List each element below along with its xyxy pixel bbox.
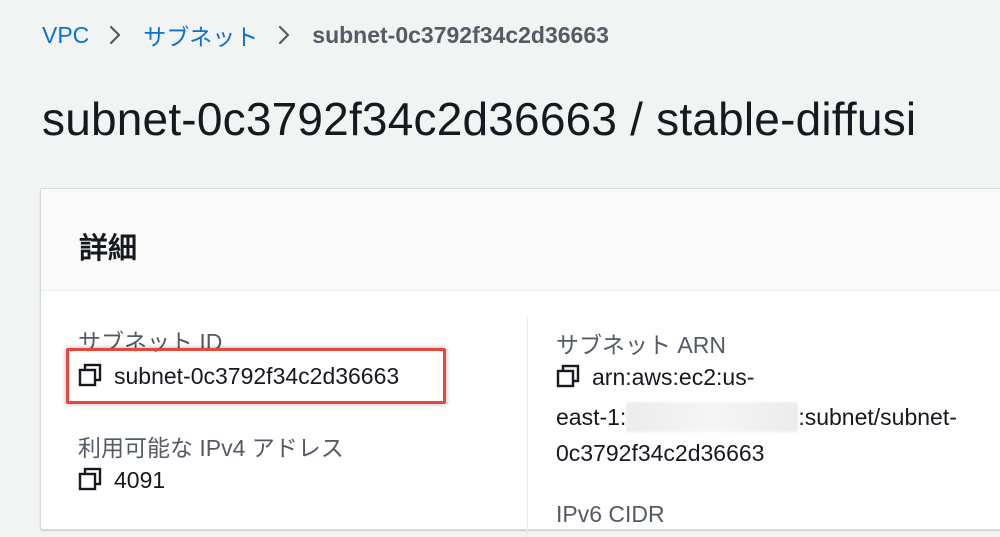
- subnet-arn-line-2: east-1: :subnet/subnet-: [556, 402, 957, 432]
- subnet-arn-text-1: arn:aws:ec2:us-: [592, 364, 755, 390]
- ipv6-cidr-label: IPv6 CIDR: [556, 501, 665, 527]
- chevron-right-icon: [276, 24, 292, 46]
- chevron-right-icon: [107, 24, 123, 46]
- subnet-arn-suffix: :subnet/subnet-: [798, 404, 957, 430]
- available-ipv4-label: 利用可能な IPv4 アドレス: [78, 435, 344, 461]
- breadcrumb-subnets-link[interactable]: サブネット: [143, 18, 258, 52]
- copy-icon[interactable]: [78, 363, 102, 387]
- column-divider: [527, 317, 528, 537]
- breadcrumb: VPC サブネット subnet-0c3792f34c2d36663: [42, 18, 609, 52]
- page-title: subnet-0c3792f34c2d36663 / stable-diffus…: [42, 93, 917, 145]
- details-panel-header: [41, 189, 1000, 291]
- available-ipv4-value: 4091: [78, 467, 165, 494]
- subnet-arn-line-1: arn:aws:ec2:us-: [556, 364, 754, 391]
- breadcrumb-current: subnet-0c3792f34c2d36663: [312, 21, 609, 48]
- copy-icon[interactable]: [556, 364, 580, 388]
- copy-icon[interactable]: [78, 467, 102, 491]
- subnet-arn-label: サブネット ARN: [556, 332, 726, 358]
- subnet-arn-region: east-1:: [556, 404, 627, 430]
- breadcrumb-vpc-link[interactable]: VPC: [42, 22, 89, 49]
- details-panel: 詳細 サブネット ID subnet-0c3792f34c2d36663 利用可…: [40, 188, 1000, 537]
- subnet-id-text: subnet-0c3792f34c2d36663: [114, 363, 400, 389]
- available-ipv4-text: 4091: [114, 467, 166, 493]
- redacted-account-id: [626, 402, 799, 432]
- subnet-id-value: subnet-0c3792f34c2d36663: [78, 363, 399, 390]
- details-title: 詳細: [79, 233, 138, 265]
- subnet-arn-line-3: 0c3792f34c2d36663: [556, 440, 765, 466]
